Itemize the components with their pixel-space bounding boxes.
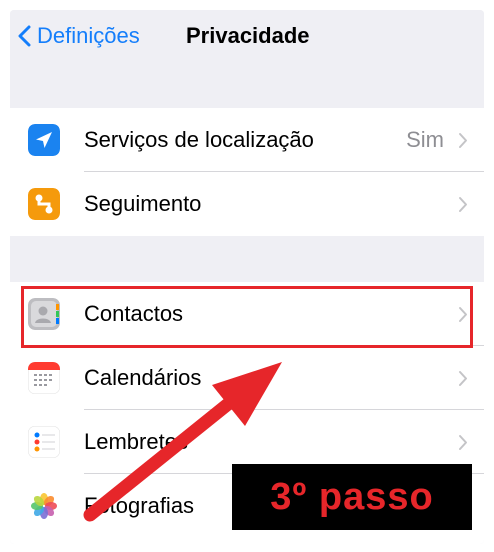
highlight-box	[21, 286, 473, 348]
chevron-right-icon	[459, 371, 467, 386]
calendar-icon	[28, 362, 60, 394]
chevron-right-icon	[459, 133, 467, 148]
reminders-icon	[28, 426, 60, 458]
row-label: Serviços de localização	[84, 127, 314, 152]
row-label: Lembretes	[84, 429, 188, 454]
row-value: Sim	[406, 127, 444, 152]
chevron-right-icon	[459, 197, 467, 212]
navigation-bar: Definições Privacidade	[10, 10, 484, 62]
row-label: Seguimento	[84, 191, 202, 216]
page-title: Privacidade	[186, 23, 310, 48]
privacy-settings-screen: Definições Privacidade Serviços de local…	[10, 10, 484, 544]
photos-icon	[28, 490, 60, 522]
tracking-icon	[28, 188, 60, 220]
step-label: 3º passo	[232, 464, 472, 530]
chevron-left-icon	[18, 25, 31, 47]
chevron-right-icon	[459, 435, 467, 450]
settings-row-location-services[interactable]: Serviços de localização Sim	[10, 108, 484, 172]
location-arrow-icon	[28, 124, 60, 156]
back-button[interactable]: Definições	[18, 18, 140, 54]
row-label: Calendários	[84, 365, 202, 390]
back-button-label: Definições	[37, 23, 140, 48]
settings-group-location: Serviços de localização Sim Seguimento	[10, 108, 484, 236]
settings-row-calendars[interactable]: Calendários	[10, 346, 484, 410]
row-label: Fotografias	[84, 493, 195, 518]
settings-row-tracking[interactable]: Seguimento	[10, 172, 484, 236]
